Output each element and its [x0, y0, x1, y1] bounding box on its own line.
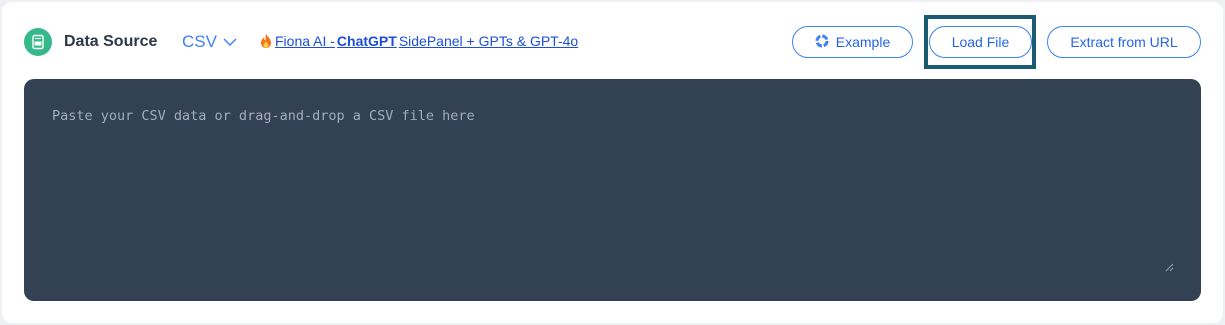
example-button[interactable]: Example [792, 26, 913, 58]
csv-input[interactable] [24, 79, 1201, 301]
extract-from-url-button-label: Extract from URL [1070, 34, 1178, 50]
example-button-label: Example [835, 34, 891, 50]
promo-link-prefix: Fiona AI - [275, 33, 335, 49]
example-icon [815, 34, 829, 51]
load-file-button-label: Load File [951, 34, 1010, 50]
format-select[interactable]: CSV [182, 31, 237, 53]
load-file-button[interactable]: Load File [929, 26, 1032, 58]
fire-icon [259, 33, 273, 49]
csv-editor [24, 79, 1201, 301]
promo-link-suffix: SidePanel + GPTs & GPT-4o [398, 33, 579, 49]
extract-from-url-button[interactable]: Extract from URL [1047, 26, 1201, 58]
promo-link[interactable]: Fiona AI - ChatGPT SidePanel + GPTs & GP… [259, 33, 578, 49]
resize-handle-icon[interactable] [1165, 259, 1174, 272]
chevron-down-icon [223, 32, 237, 52]
data-source-header: Data Source CSV Fiona AI - ChatGPT SideP… [2, 2, 1223, 82]
csv-file-icon [24, 28, 52, 56]
promo-link-bold: ChatGPT [336, 33, 397, 49]
data-source-panel: Data Source CSV Fiona AI - ChatGPT SideP… [2, 2, 1223, 323]
page-title: Data Source [64, 33, 158, 50]
format-select-value: CSV [182, 32, 217, 51]
